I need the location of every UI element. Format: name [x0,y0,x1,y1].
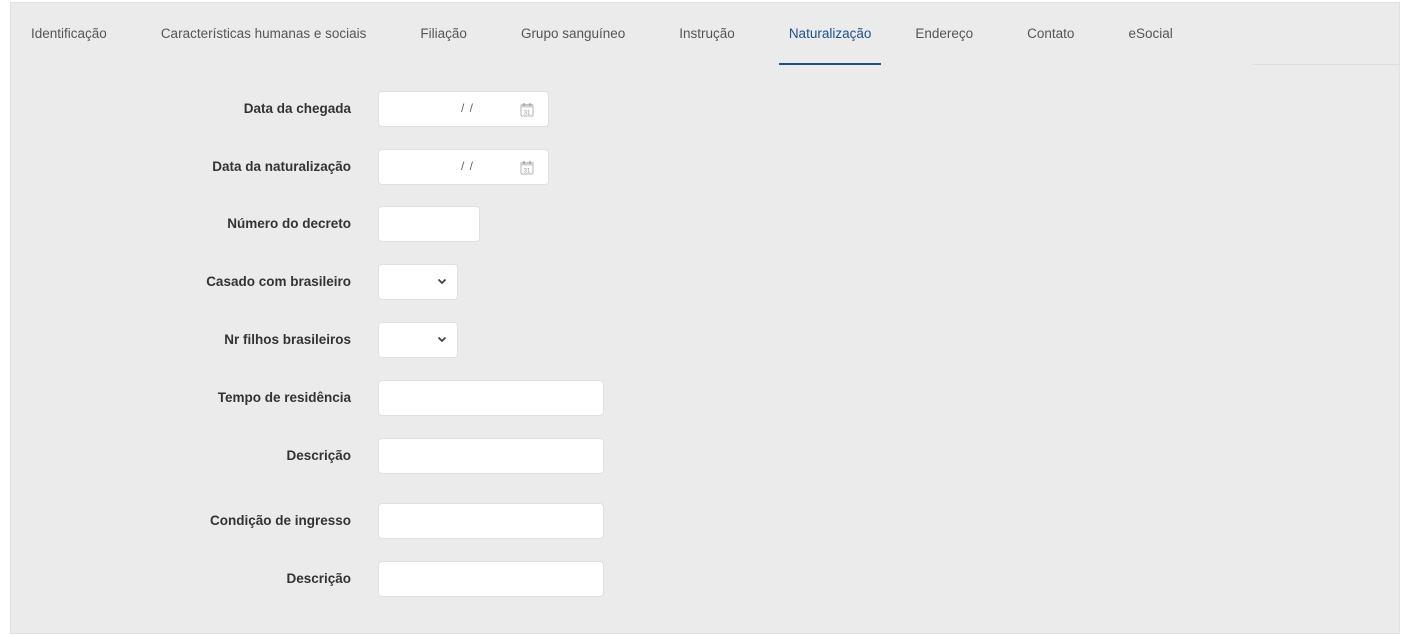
descricao-residencia-input[interactable] [378,438,604,474]
svg-text:31: 31 [524,111,531,117]
tempo-residencia-input[interactable] [378,380,604,416]
row-descricao-ingresso: Descrição [11,561,711,599]
data-chegada-value: / / [461,101,475,115]
data-naturalizacao-label: Data da naturalização [212,159,351,174]
numero-decreto-label: Número do decreto [227,216,351,231]
data-naturalizacao-value: / / [461,159,475,173]
tab-bar: Identificação Características humanas e … [11,3,1253,65]
row-descricao-residencia: Descrição [11,438,711,476]
row-data-naturalizacao: Data da naturalização / / 31 [11,149,711,187]
calendar-icon[interactable]: 31 [520,102,534,117]
row-nr-filhos: Nr filhos brasileiros [11,322,711,360]
row-data-chegada: Data da chegada / / 31 [11,91,711,129]
descricao-label: Descrição [286,571,351,586]
data-naturalizacao-field[interactable]: / / 31 [378,149,549,185]
descricao-ingresso-input[interactable] [378,561,604,597]
descricao-label: Descrição [286,448,351,463]
tab-filiacao[interactable]: Filiação [410,3,477,64]
row-casado-brasileiro: Casado com brasileiro [11,264,711,302]
nr-filhos-select[interactable] [378,322,458,358]
svg-text:31: 31 [524,169,531,175]
casado-brasileiro-select[interactable] [378,264,458,300]
tab-bar-divider [1253,3,1399,65]
data-chegada-label: Data da chegada [243,101,351,116]
data-chegada-field[interactable]: / / 31 [378,91,549,127]
row-numero-decreto: Número do decreto [11,206,711,244]
row-tempo-residencia: Tempo de residência [11,380,711,418]
chevron-down-icon [437,336,447,343]
tempo-residencia-label: Tempo de residência [217,390,351,405]
numero-decreto-input[interactable] [378,206,480,242]
form-panel: Identificação Características humanas e … [10,2,1400,634]
tab-instrucao[interactable]: Instrução [669,3,745,64]
tab-identificacao[interactable]: Identificação [21,3,117,64]
condicao-ingresso-input[interactable] [378,503,604,539]
condicao-ingresso-label: Condição de ingresso [209,513,351,528]
tab-caracteristicas[interactable]: Características humanas e sociais [151,3,377,64]
tab-grupo-sanguineo[interactable]: Grupo sanguíneo [511,3,635,64]
calendar-icon[interactable]: 31 [520,160,534,175]
tab-contato[interactable]: Contato [1017,3,1084,64]
casado-brasileiro-label: Casado com brasileiro [206,274,351,289]
nr-filhos-label: Nr filhos brasileiros [224,332,351,347]
tab-naturalizacao[interactable]: Naturalização [778,3,882,65]
tab-endereco[interactable]: Endereço [905,3,983,64]
row-condicao-ingresso: Condição de ingresso [11,503,711,541]
tab-esocial[interactable]: eSocial [1118,3,1182,64]
chevron-down-icon [437,278,447,285]
